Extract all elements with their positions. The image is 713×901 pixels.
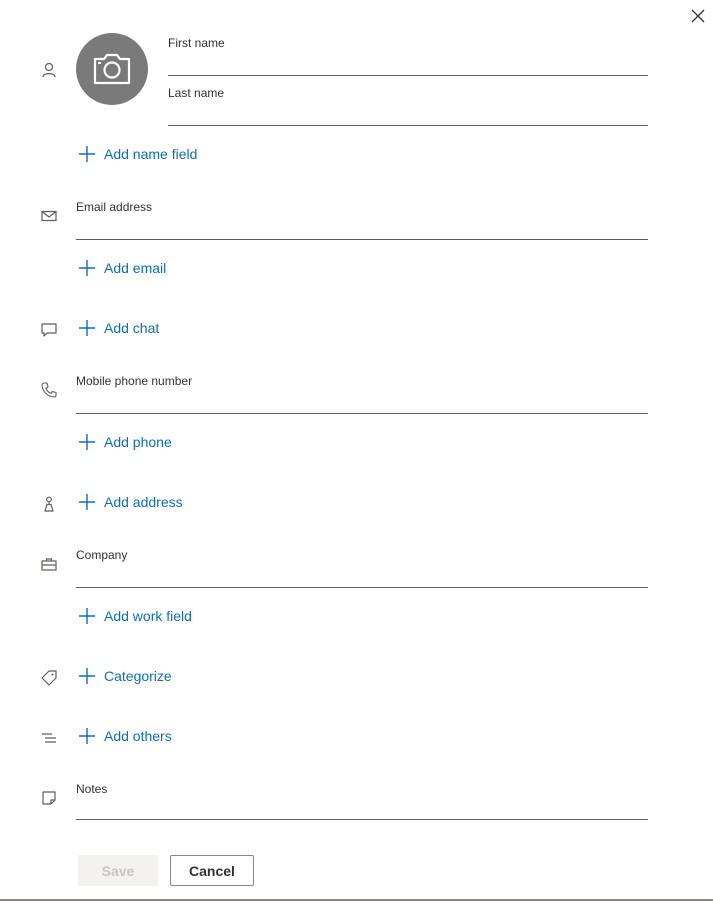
briefcase-icon: [40, 555, 58, 573]
add-email-label: Add email: [104, 260, 167, 276]
first-name-input[interactable]: [168, 53, 648, 76]
add-name-field-button[interactable]: Add name field: [78, 143, 197, 165]
add-others-button[interactable]: Add others: [78, 725, 172, 747]
close-button[interactable]: [688, 6, 708, 26]
categorize-button[interactable]: Categorize: [78, 665, 172, 687]
list-icon: [40, 729, 58, 747]
plus-icon: [79, 728, 95, 744]
company-label: Company: [76, 548, 128, 562]
add-work-field-button[interactable]: Add work field: [78, 605, 192, 627]
location-icon: [40, 495, 58, 513]
cancel-button[interactable]: Cancel: [170, 855, 254, 886]
plus-icon: [79, 608, 95, 624]
last-name-input[interactable]: [168, 103, 648, 126]
phone-icon: [40, 381, 58, 399]
close-icon: [691, 9, 705, 23]
plus-icon: [79, 494, 95, 510]
first-name-label: First name: [168, 36, 225, 50]
add-phone-button[interactable]: Add phone: [78, 431, 172, 453]
email-label: Email address: [76, 200, 153, 214]
add-name-field-label: Add name field: [104, 146, 198, 162]
company-input[interactable]: [76, 565, 648, 588]
camera-icon: [93, 53, 131, 85]
email-input[interactable]: [76, 217, 648, 240]
add-others-label: Add others: [104, 728, 172, 744]
avatar-photo-button[interactable]: [76, 33, 148, 105]
plus-icon: [79, 434, 95, 450]
add-address-label: Add address: [104, 494, 183, 510]
mail-icon: [40, 207, 58, 225]
add-work-field-label: Add work field: [104, 608, 192, 624]
mobile-phone-label: Mobile phone number: [76, 374, 193, 388]
add-chat-label: Add chat: [104, 320, 160, 336]
categorize-label: Categorize: [104, 668, 172, 684]
add-address-button[interactable]: Add address: [78, 491, 183, 513]
note-icon: [40, 789, 58, 807]
tag-icon: [40, 669, 58, 687]
plus-icon: [79, 668, 95, 684]
notes-input[interactable]: [76, 797, 648, 820]
plus-icon: [79, 260, 95, 276]
mobile-phone-input[interactable]: [76, 391, 648, 414]
add-email-button[interactable]: Add email: [78, 257, 166, 279]
last-name-label: Last name: [168, 86, 225, 100]
plus-icon: [79, 146, 95, 162]
plus-icon: [79, 320, 95, 336]
add-chat-button[interactable]: Add chat: [78, 317, 159, 339]
person-icon: [40, 61, 58, 79]
save-button[interactable]: Save: [78, 855, 158, 886]
chat-icon: [40, 321, 58, 339]
notes-label: Notes: [76, 782, 108, 796]
add-phone-label: Add phone: [104, 434, 172, 450]
